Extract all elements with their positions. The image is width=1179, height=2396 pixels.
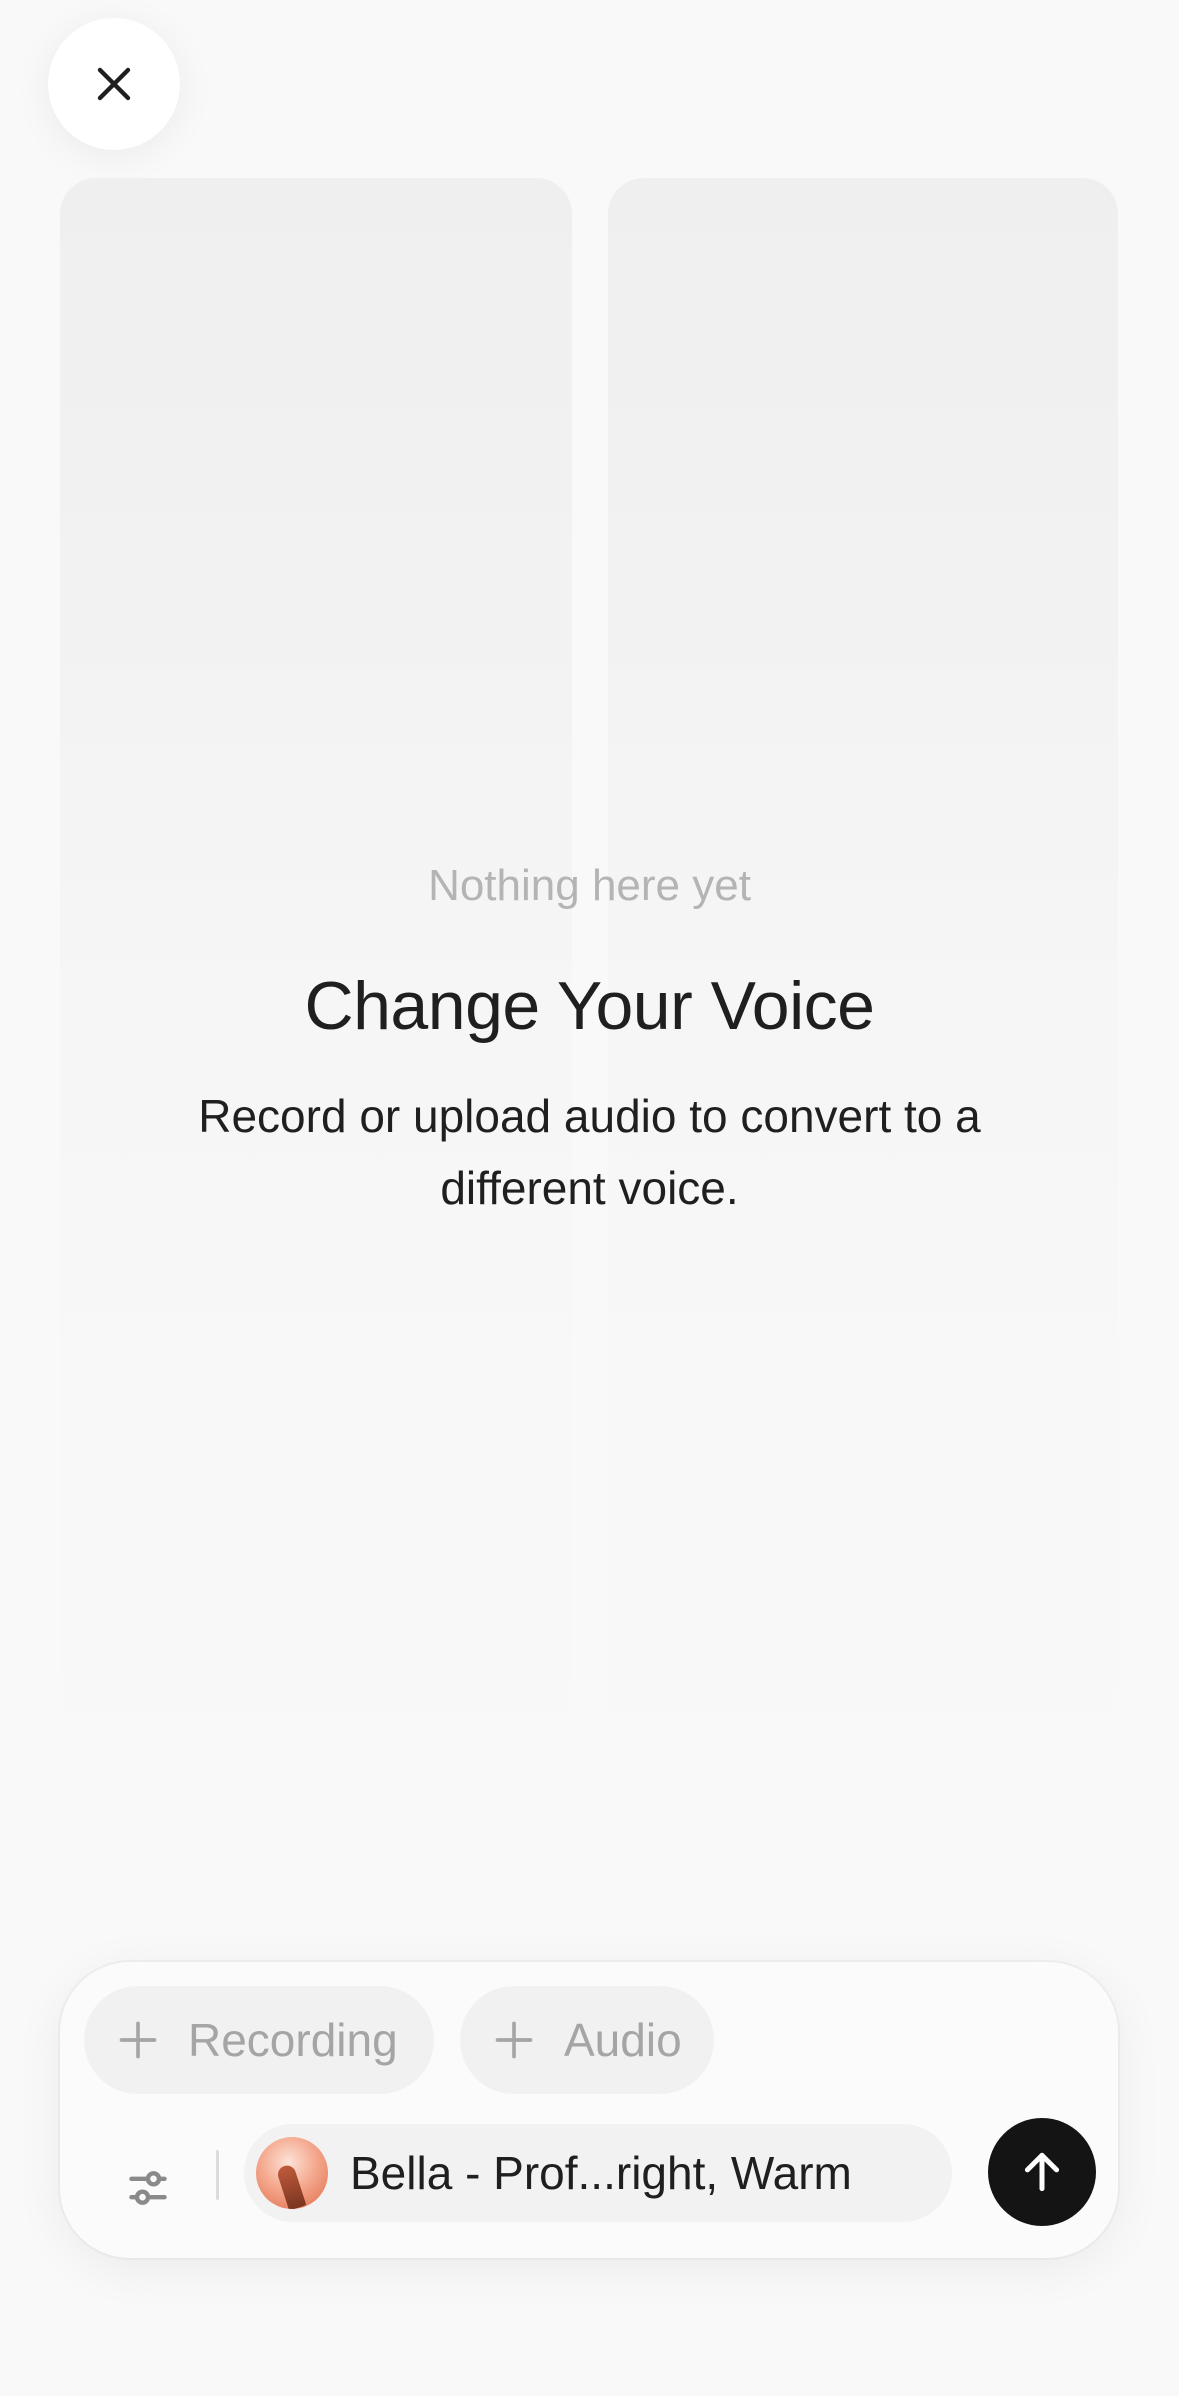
close-button[interactable] bbox=[48, 18, 180, 150]
voice-name: Bella - Prof...right, Warm bbox=[350, 2147, 852, 2199]
sliders-icon bbox=[129, 2171, 167, 2205]
settings-button[interactable] bbox=[110, 2150, 186, 2226]
add-audio-label: Audio bbox=[564, 2014, 682, 2066]
divider bbox=[216, 2150, 219, 2200]
add-audio-button[interactable]: Audio bbox=[460, 1986, 714, 2094]
plus-icon bbox=[495, 2021, 533, 2059]
arrow-up-icon bbox=[1024, 2152, 1060, 2192]
send-button[interactable] bbox=[988, 2118, 1096, 2226]
voice-selector[interactable]: Bella - Prof...right, Warm bbox=[244, 2124, 952, 2222]
add-recording-button[interactable]: Recording bbox=[84, 1986, 434, 2094]
page-title: Change Your Voice bbox=[304, 968, 876, 1044]
composer-card: Recording Audio Bella - Prof...right, Wa… bbox=[60, 1962, 1118, 2258]
voice-avatar bbox=[256, 2137, 328, 2209]
empty-state: Nothing here yet Change Your Voice Recor… bbox=[0, 856, 1179, 1224]
empty-hint: Nothing here yet bbox=[428, 861, 751, 910]
close-icon bbox=[97, 67, 131, 101]
empty-description: Record or upload audio to convert to a d… bbox=[198, 1090, 981, 1214]
plus-icon bbox=[119, 2021, 157, 2059]
add-recording-label: Recording bbox=[188, 2014, 398, 2066]
